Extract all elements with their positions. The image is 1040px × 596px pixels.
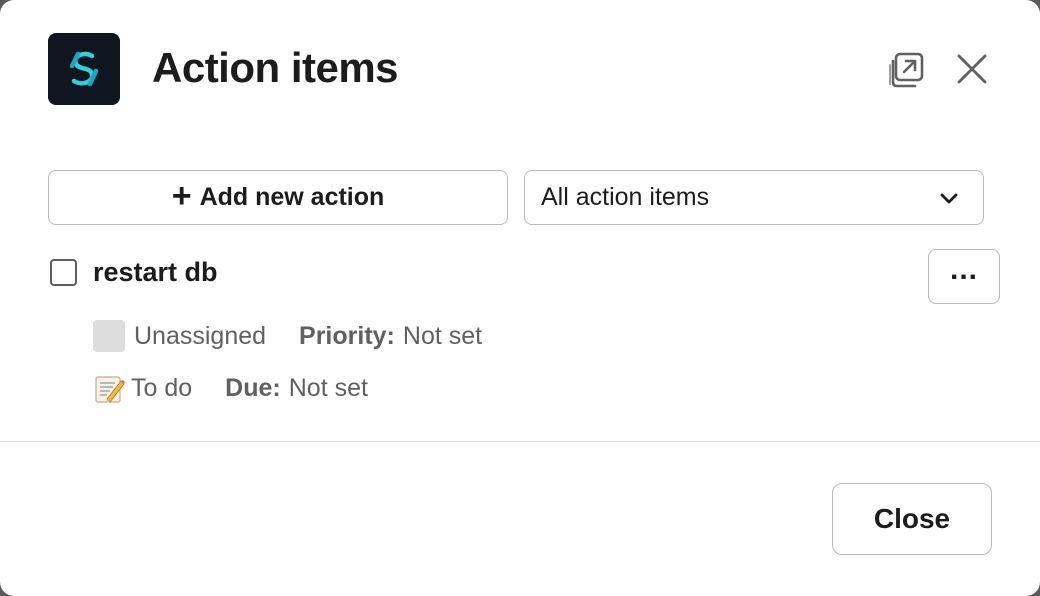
app-logo	[48, 33, 120, 105]
action-items-modal: Action items + Add new action All action…	[0, 0, 1040, 596]
chevron-down-icon	[940, 193, 958, 204]
due-label: Due:	[225, 373, 281, 402]
item-meta-status-due: To do Due: Not set	[93, 372, 368, 404]
close-icon	[957, 54, 987, 84]
assignee-value: Unassigned	[134, 321, 267, 350]
due-value: Not set	[288, 373, 368, 402]
priority-label: Priority:	[299, 321, 395, 350]
footer-divider	[0, 441, 1040, 442]
more-actions-button[interactable]: ...	[928, 249, 1000, 304]
avatar	[93, 320, 125, 352]
add-new-action-button[interactable]: + Add new action	[48, 170, 508, 225]
filter-selected-value: All action items	[541, 183, 710, 211]
status-value: To do	[131, 373, 193, 402]
filter-select[interactable]: All action items	[524, 170, 984, 225]
plus-icon: +	[171, 177, 192, 215]
item-meta-assignee-priority: Unassigned Priority: Not set	[93, 320, 482, 352]
add-new-action-label: Add new action	[199, 183, 385, 211]
priority-value: Not set	[402, 321, 483, 350]
modal-title: Action items	[152, 44, 399, 91]
popout-button[interactable]	[884, 48, 928, 92]
open-in-new-window-icon	[889, 52, 924, 88]
memo-icon	[95, 376, 125, 403]
ellipsis-icon: ...	[949, 252, 978, 286]
action-item-title: restart db	[93, 257, 218, 287]
close-button[interactable]: Close	[832, 483, 992, 555]
app-logo-icon	[69, 51, 99, 87]
close-icon-button[interactable]	[950, 47, 994, 91]
item-checkbox[interactable]	[50, 259, 77, 286]
